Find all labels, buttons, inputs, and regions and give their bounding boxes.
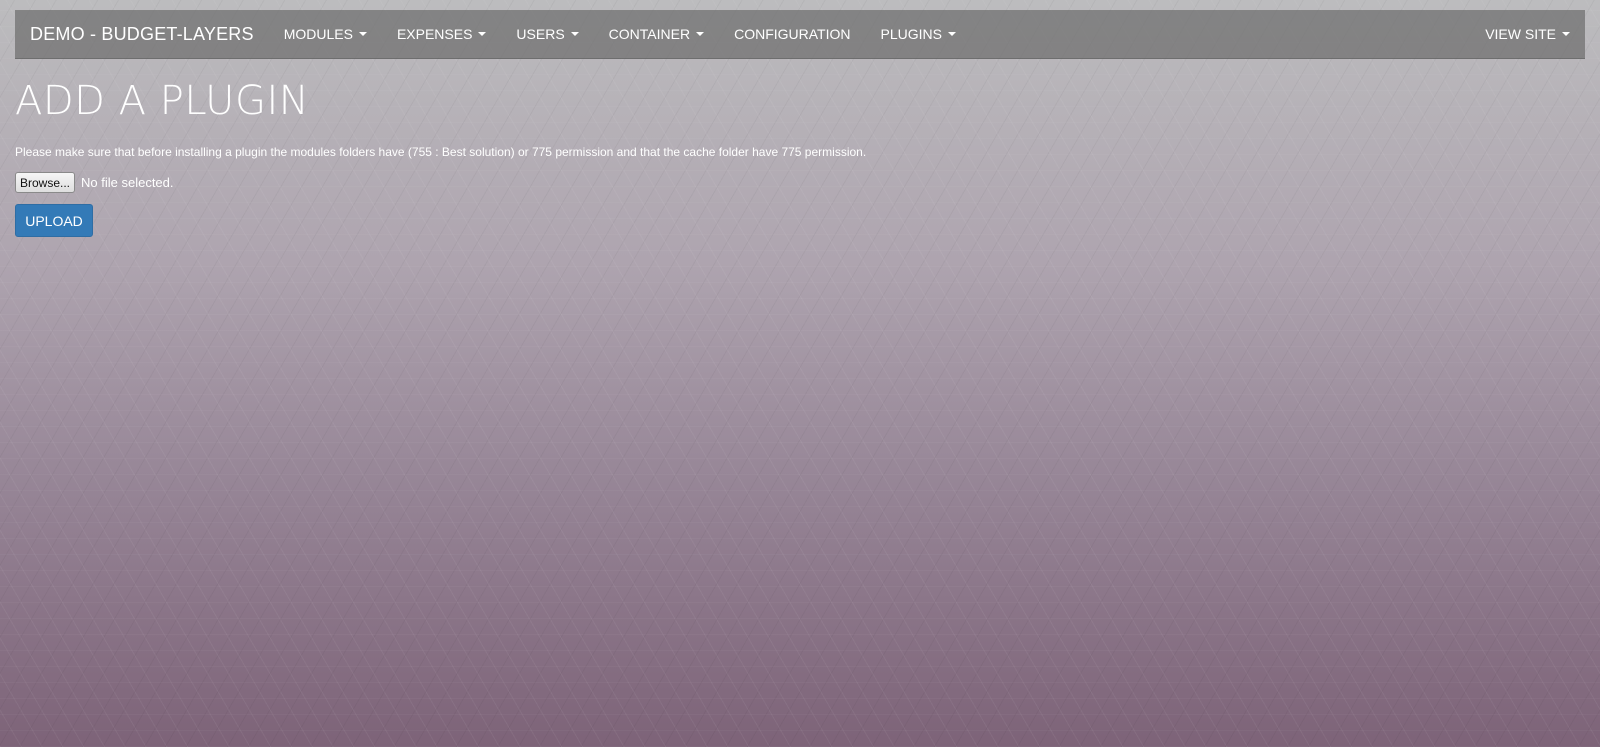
caret-down-icon [478,32,487,36]
nav-item-expenses[interactable]: EXPENSES [382,10,501,59]
nav-item-container[interactable]: CONTAINER [594,10,719,59]
nav-item-plugins[interactable]: PLUGINS [865,10,970,59]
nav-item-label: CONFIGURATION [734,26,851,42]
nav-item-users[interactable]: USERS [501,10,593,59]
nav-item-modules[interactable]: MODULES [269,10,382,59]
nav-item-label: EXPENSES [396,26,473,42]
file-status-text: No file selected. [81,175,174,190]
brand-link[interactable]: DEMO - BUDGET-LAYERS [15,24,269,45]
nav-item-configuration[interactable]: CONFIGURATION [719,10,865,59]
upload-button[interactable]: UPLOAD [15,204,93,237]
permission-notice: Please make sure that before installing … [15,145,867,159]
page-title: ADD A PLUGIN [15,78,310,124]
nav-item-label: USERS [516,26,565,42]
caret-down-icon [696,32,705,36]
nav-menu: MODULES EXPENSES USERS CONTAINER CONFIGU… [269,10,971,59]
caret-down-icon [1562,32,1570,36]
top-navbar: DEMO - BUDGET-LAYERS MODULES EXPENSES US… [15,10,1585,59]
caret-down-icon [947,32,956,36]
browse-button[interactable]: Browse... [15,172,76,193]
file-input: Browse... No file selected. [15,172,174,193]
nav-item-label: CONTAINER [608,26,691,42]
caret-down-icon [570,32,579,36]
nav-item-label: VIEW SITE [1485,26,1556,42]
nav-item-label: MODULES [283,26,353,42]
caret-down-icon [358,32,367,36]
nav-item-label: PLUGINS [880,26,942,42]
nav-item-view-site[interactable]: VIEW SITE [1470,10,1585,59]
